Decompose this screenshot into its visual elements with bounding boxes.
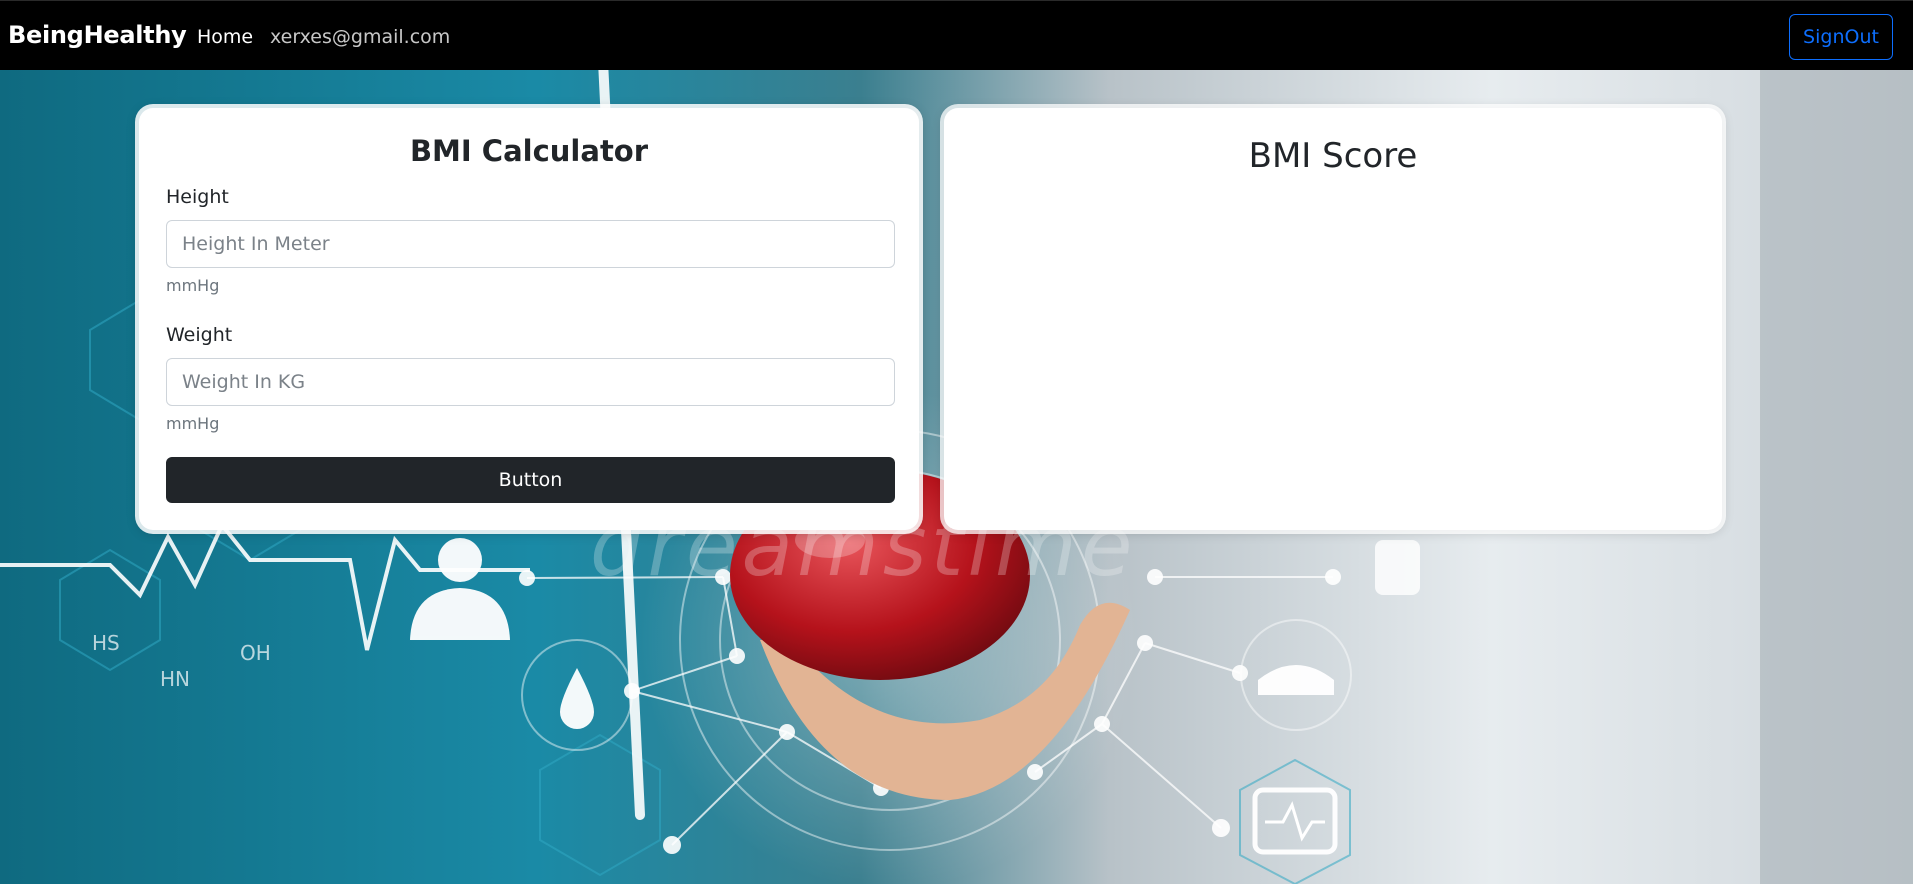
height-label: Height [166, 186, 229, 208]
calculate-button[interactable]: Button [166, 457, 895, 503]
height-help-text: mmHg [166, 276, 220, 295]
molecule-label-hn: HN [160, 667, 190, 691]
nav-home-link[interactable]: Home [197, 26, 253, 48]
signout-button[interactable]: SignOut [1789, 14, 1893, 60]
weight-help-text: mmHg [166, 414, 220, 433]
top-navbar: BeingHealthy Home xerxes@gmail.com SignO… [0, 0, 1913, 70]
brand-logo[interactable]: BeingHealthy [8, 21, 187, 49]
weight-label: Weight [166, 324, 233, 346]
bmi-score-card: BMI Score [944, 108, 1722, 530]
height-input[interactable] [166, 220, 895, 268]
user-email[interactable]: xerxes@gmail.com [270, 26, 450, 48]
bmi-calculator-card: BMI Calculator Height mmHg Weight mmHg B… [139, 108, 919, 530]
weight-input[interactable] [166, 358, 895, 406]
bmi-calculator-title: BMI Calculator [409, 134, 649, 168]
molecule-label-hs: HS [92, 631, 120, 655]
molecule-label-oh: OH [240, 641, 271, 665]
bmi-score-title: BMI Score [1248, 136, 1418, 176]
